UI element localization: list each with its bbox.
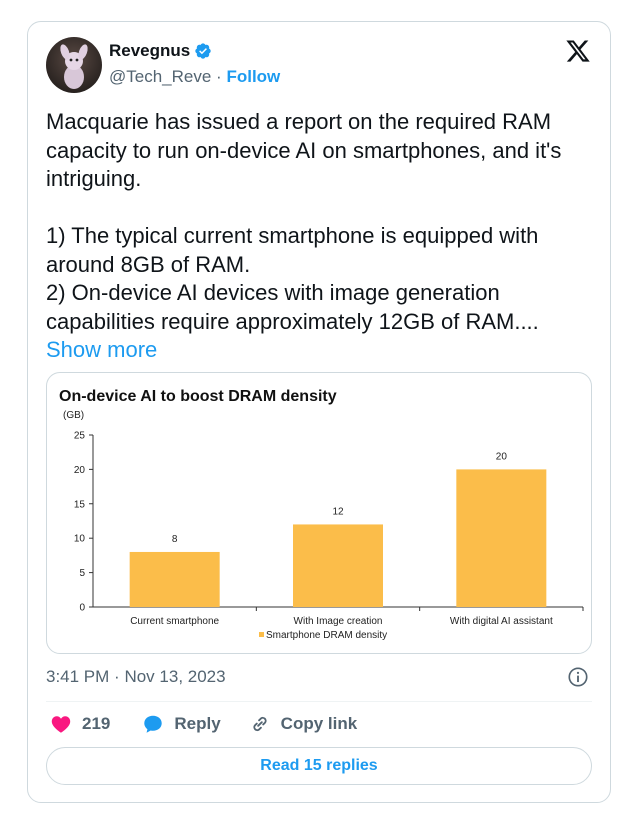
bar-value-label: 8 [172,534,178,545]
bar [456,469,547,607]
author-handle-line: @Tech_Reve · Follow [109,67,280,87]
timestamp-separator: · [114,667,120,686]
tweet-date: Nov 13, 2023 [124,667,226,686]
bar-value-label: 20 [496,451,508,462]
read-replies-label: Read 15 replies [260,757,378,774]
author-name[interactable]: Revegnus [109,41,190,61]
verified-badge-icon [195,43,211,59]
chart-title: On-device AI to boost DRAM density [59,388,337,405]
y-tick-label: 15 [74,499,86,510]
y-tick-label: 25 [74,431,86,442]
chart-y-label: (GB) [63,410,84,421]
follow-button[interactable]: Follow [226,67,280,86]
like-count: 219 [82,714,111,733]
reply-icon [144,715,163,733]
y-tick-label: 5 [79,568,85,579]
y-tick-label: 20 [74,465,86,476]
reply-button[interactable]: Reply [142,713,221,735]
link-icon [253,716,267,732]
author-handle[interactable]: @Tech_Reve [109,67,211,86]
x-tick-label: Current smartphone [130,616,219,627]
bar [129,551,220,607]
handle-separator: · [216,67,222,86]
heart-icon [51,716,71,733]
chart-legend: Smartphone DRAM density [259,630,387,641]
bar [293,524,383,607]
x-logo-icon[interactable] [565,38,591,64]
chart-image[interactable]: On-device AI to boost DRAM density (GB) … [46,372,592,654]
y-tick-label: 0 [79,603,85,614]
timestamp[interactable]: 3:41 PM · Nov 13, 2023 [46,667,226,687]
divider [46,701,592,702]
chart-bars: 8 12 20 [129,451,547,607]
copy-link-button[interactable]: Copy link [249,713,358,735]
bar-value-label: 12 [332,506,344,517]
tweet-time: 3:41 PM [46,667,110,686]
bar-chart: On-device AI to boost DRAM density (GB) … [59,388,584,641]
tweet-text: Macquarie has issued a report on the req… [46,108,586,365]
read-replies-button[interactable]: Read 15 replies [46,747,592,785]
reply-label: Reply [174,714,221,733]
copy-link-label: Copy link [280,714,358,733]
legend-label: Smartphone DRAM density [266,630,387,641]
y-tick-label: 10 [74,534,86,545]
x-tick-label: With digital AI assistant [450,616,553,627]
info-icon[interactable] [567,666,589,688]
action-bar: 219 Reply Copy link [46,710,357,738]
avatar[interactable] [46,37,102,93]
avatar-image [46,37,102,93]
author-name-row[interactable]: Revegnus [109,41,212,61]
show-more-link[interactable]: Show more [46,337,157,362]
x-tick-label: With Image creation [294,616,383,627]
like-button[interactable]: 219 [50,713,110,735]
tweet-body: Macquarie has issued a report on the req… [46,109,562,334]
legend-swatch [259,632,264,637]
